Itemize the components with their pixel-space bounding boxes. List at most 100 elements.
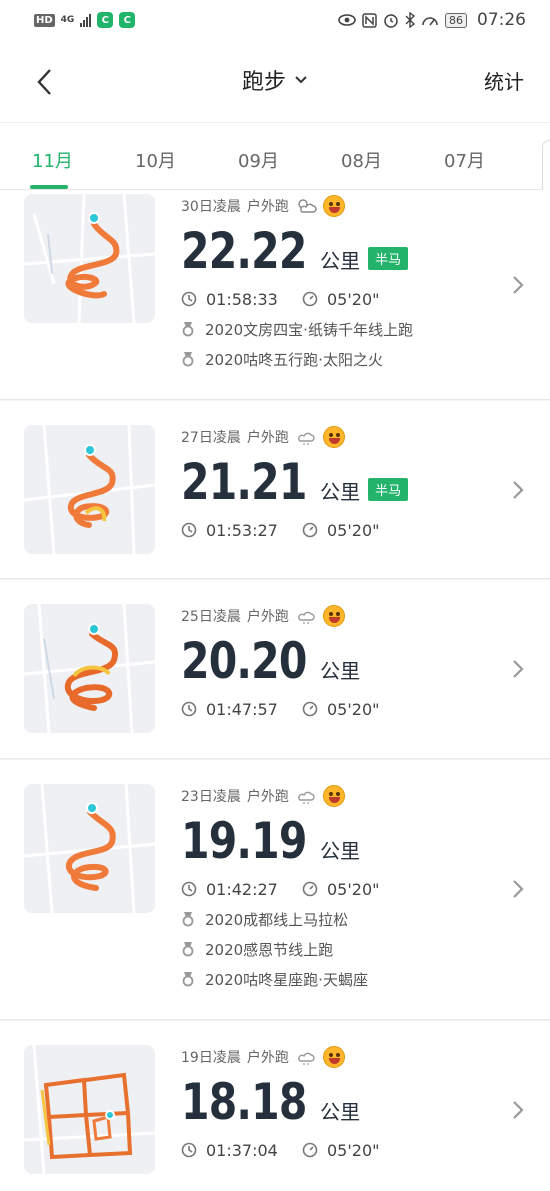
medal-icon bbox=[182, 972, 194, 987]
hd-indicator: HD bbox=[34, 13, 55, 27]
run-info: 19日凌晨 户外跑 18.18 公里 01:37:04 05'20" bbox=[181, 1045, 423, 1165]
page-title-dropdown[interactable]: 跑步 bbox=[0, 64, 550, 96]
distance-unit: 公里 bbox=[320, 659, 361, 683]
signal-icon bbox=[80, 13, 92, 27]
distance-unit: 公里 bbox=[320, 480, 361, 504]
run-date: 19日凌晨 bbox=[181, 1050, 241, 1066]
run-date: 23日凌晨 bbox=[181, 789, 241, 805]
chevron-down-icon bbox=[295, 76, 307, 84]
run-duration: 01:37:04 bbox=[206, 1140, 278, 1160]
medal-name: 2020咕咚五行跑·太阳之火 bbox=[205, 350, 383, 369]
mood-emoji-icon bbox=[322, 426, 345, 448]
clock-icon bbox=[181, 1142, 197, 1158]
run-type: 户外跑 bbox=[246, 789, 289, 805]
pace-icon bbox=[302, 291, 318, 307]
run-record-card[interactable]: 27日凌晨 户外跑 21.21 公里 半马 01:53:27 05'20" bbox=[0, 401, 550, 579]
tab-september[interactable]: 09月 bbox=[238, 147, 279, 173]
status-bar: HD 4G C C 86 07:26 bbox=[0, 0, 550, 40]
distance-unit: 公里 bbox=[320, 1100, 361, 1124]
clock-icon bbox=[181, 701, 197, 717]
half-marathon-badge: 半马 bbox=[368, 247, 409, 270]
clock-icon bbox=[181, 881, 197, 897]
route-map-image bbox=[24, 1045, 155, 1174]
run-distance: 22.22 bbox=[181, 222, 307, 280]
speed-icon bbox=[422, 17, 438, 26]
run-distance: 18.18 bbox=[181, 1073, 307, 1131]
mood-emoji-icon bbox=[322, 195, 345, 217]
half-marathon-badge: 半马 bbox=[368, 478, 409, 501]
cloudy-icon bbox=[297, 611, 315, 624]
tab-october[interactable]: 10月 bbox=[135, 147, 176, 173]
medal-name: 2020文房四宝·纸铸千年线上跑 bbox=[205, 320, 413, 339]
partly-cloudy-icon bbox=[298, 199, 317, 213]
route-map-thumbnail bbox=[24, 1045, 155, 1174]
run-record-card[interactable]: 23日凌晨 户外跑 19.19 公里 01:42:27 05'20" 2020成… bbox=[0, 760, 550, 1020]
chevron-right-icon bbox=[513, 276, 524, 294]
route-map-image bbox=[24, 425, 155, 554]
run-date: 25日凌晨 bbox=[181, 609, 241, 625]
run-date: 27日凌晨 bbox=[181, 430, 241, 446]
medal-name: 2020成都线上马拉松 bbox=[205, 910, 349, 929]
bluetooth-icon bbox=[405, 12, 415, 28]
route-map-image bbox=[24, 784, 155, 913]
run-duration: 01:47:57 bbox=[206, 699, 278, 719]
run-record-card[interactable]: 19日凌晨 户外跑 18.18 公里 01:37:04 05'20" bbox=[0, 1021, 550, 1191]
tab-august[interactable]: 08月 bbox=[341, 147, 382, 173]
chevron-right-icon bbox=[513, 660, 524, 678]
chevron-right-icon bbox=[513, 880, 524, 898]
chevron-right-icon bbox=[513, 1101, 524, 1119]
medal-name: 2020咕咚星座跑·天蝎座 bbox=[205, 970, 368, 989]
pace-icon bbox=[302, 1142, 318, 1158]
mood-emoji-icon bbox=[322, 785, 345, 807]
chevron-right-icon bbox=[513, 481, 524, 499]
distance-unit: 公里 bbox=[320, 839, 361, 863]
run-info: 30日凌晨 户外跑 22.22 公里 半马 01:58:33 05'20" 20… bbox=[181, 194, 423, 374]
run-type: 户外跑 bbox=[246, 1050, 289, 1066]
route-map-thumbnail bbox=[24, 194, 155, 323]
medal-icon bbox=[182, 942, 194, 957]
distance-unit: 公里 bbox=[320, 249, 361, 273]
clock-icon bbox=[181, 522, 197, 538]
run-info: 27日凌晨 户外跑 21.21 公里 半马 01:53:27 05'20" bbox=[181, 425, 423, 545]
run-date: 30日凌晨 bbox=[181, 199, 241, 215]
run-info: 23日凌晨 户外跑 19.19 公里 01:42:27 05'20" 2020成… bbox=[181, 784, 423, 994]
route-map-image bbox=[24, 604, 155, 733]
run-pace: 05'20" bbox=[327, 699, 380, 719]
medal-name: 2020感恩节线上跑 bbox=[205, 940, 334, 959]
medal-icon bbox=[182, 912, 194, 927]
status-time: 07:26 bbox=[477, 10, 526, 30]
statistics-button[interactable]: 统计 bbox=[484, 66, 524, 95]
tab-july[interactable]: 07月 bbox=[444, 147, 485, 173]
navigation-bar: 跑步 统计 bbox=[0, 40, 550, 122]
run-duration: 01:42:27 bbox=[206, 879, 278, 899]
mood-emoji-icon bbox=[322, 605, 345, 627]
pace-icon bbox=[302, 522, 318, 538]
medal-icon bbox=[182, 352, 194, 367]
battery-indicator: 86 bbox=[445, 12, 467, 28]
tab-november[interactable]: 11月 bbox=[32, 147, 73, 173]
mood-emoji-icon bbox=[322, 1046, 345, 1068]
route-map-thumbnail bbox=[24, 604, 155, 733]
run-duration: 01:53:27 bbox=[206, 520, 278, 540]
run-pace: 05'20" bbox=[327, 879, 380, 899]
run-info: 25日凌晨 户外跑 20.20 公里 01:47:57 05'20" bbox=[181, 604, 423, 724]
run-pace: 05'20" bbox=[327, 520, 380, 540]
app-notification-icon: C bbox=[97, 12, 114, 28]
medal-icon bbox=[182, 322, 194, 337]
route-map-image bbox=[24, 194, 155, 323]
month-tabs: 11月 10月 09月 08月 07月 bbox=[0, 122, 550, 190]
alarm-icon bbox=[384, 14, 398, 28]
app-notification-icon: C bbox=[119, 12, 136, 28]
run-pace: 05'20" bbox=[327, 289, 380, 309]
cloudy-icon bbox=[297, 1052, 315, 1065]
network-type: 4G bbox=[60, 14, 75, 25]
run-record-card[interactable]: 30日凌晨 户外跑 22.22 公里 半马 01:58:33 05'20" 20… bbox=[0, 190, 550, 400]
run-type: 户外跑 bbox=[246, 199, 289, 215]
route-map-thumbnail bbox=[24, 784, 155, 913]
active-tab-indicator bbox=[30, 185, 68, 189]
run-record-card[interactable]: 25日凌晨 户外跑 20.20 公里 01:47:57 05'20" bbox=[0, 580, 550, 759]
route-map-thumbnail bbox=[24, 425, 155, 554]
page-title: 跑步 bbox=[241, 70, 286, 95]
cloudy-icon bbox=[297, 791, 315, 804]
run-type: 户外跑 bbox=[246, 609, 289, 625]
